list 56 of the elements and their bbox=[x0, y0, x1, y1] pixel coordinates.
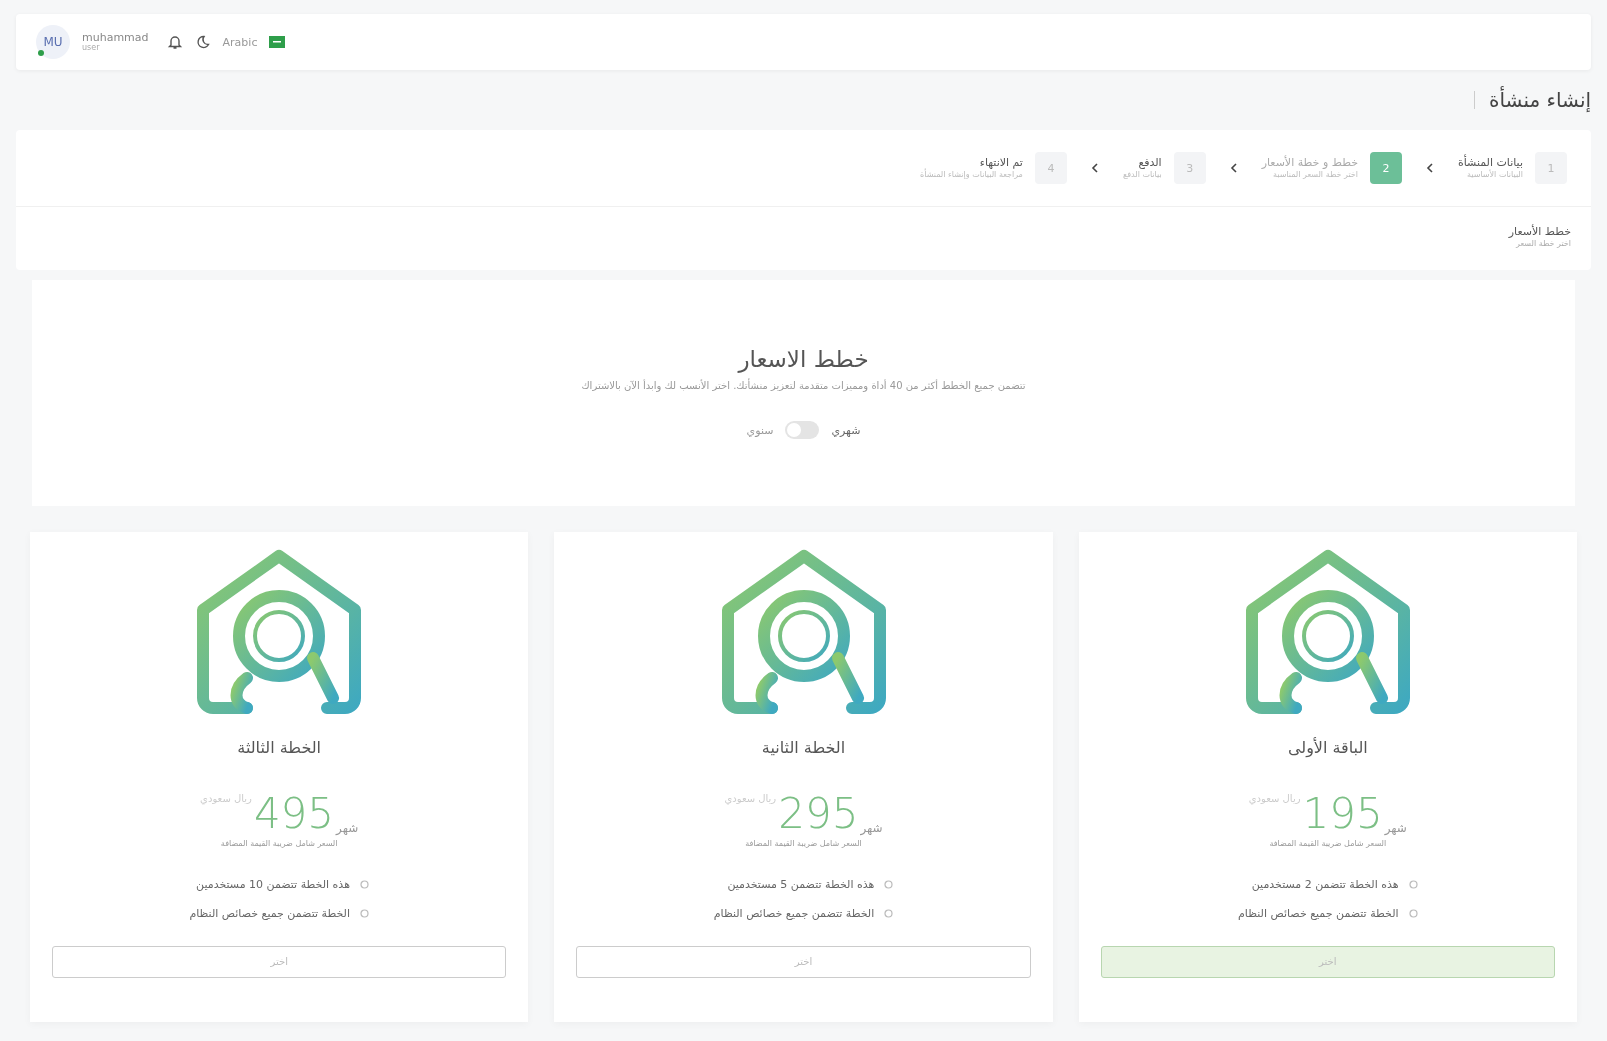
plan-feature: الخطة تتضمن جميع خصائص النظام bbox=[189, 906, 350, 920]
plan-name: الباقة الأولى bbox=[1287, 737, 1368, 757]
chevron-icon bbox=[1426, 163, 1434, 173]
price-period: شهر bbox=[336, 820, 359, 835]
plan-price: 495 bbox=[253, 792, 335, 835]
section-subtitle: اختر خطة السعر bbox=[1514, 239, 1571, 250]
user-role: user bbox=[82, 43, 101, 53]
plan-name: الخطة الثانية bbox=[761, 737, 846, 757]
bullet-icon bbox=[359, 908, 369, 918]
bell-icon[interactable] bbox=[166, 34, 183, 50]
pricing-description: تتضمن جميع الخطط أكثر من 40 أداة ومميزات متقدمة لتعزيز منشأتك. اختر الأنسب لك وابدأ الآن بالاشتراك bbox=[581, 380, 1026, 392]
user-avatar[interactable]: MU bbox=[36, 25, 70, 59]
moon-icon[interactable] bbox=[194, 34, 211, 50]
step-subtitle: مراجعة البيانات وإنشاء المنشأة bbox=[920, 169, 1023, 181]
step-subtitle: اختر خطة السعر المناسبة bbox=[1271, 169, 1358, 181]
step-title: خطط و خطة الأسعار bbox=[1261, 155, 1358, 170]
plan-name: الخطة الثالثة bbox=[237, 737, 322, 757]
bullet-icon bbox=[884, 879, 894, 889]
choose-plan-button[interactable]: اختر bbox=[52, 945, 507, 978]
step-number: 4 bbox=[1034, 152, 1067, 184]
plan-price: 195 bbox=[1302, 792, 1383, 835]
plan-feature: الخطة تتضمن جميع خصائص النظام bbox=[713, 906, 875, 920]
plan-price: 295 bbox=[778, 792, 859, 835]
language-link[interactable]: Arabic bbox=[222, 35, 258, 49]
pricing-title: خطط الاسعار bbox=[738, 346, 869, 373]
step-title: بيانات المنشأة bbox=[1458, 155, 1523, 169]
step-subtitle: البيانات الأساسية bbox=[1466, 169, 1523, 181]
bullet-icon bbox=[1408, 879, 1418, 889]
step-title: تم الانتهاء bbox=[978, 155, 1023, 170]
step-number: 2 bbox=[1370, 152, 1402, 184]
price-note: السعر شامل ضريبة القيمة المضافة bbox=[745, 838, 862, 848]
yearly-label: سنوي bbox=[746, 423, 774, 437]
chevron-icon bbox=[1229, 163, 1238, 173]
bullet-icon bbox=[884, 908, 894, 918]
bullet-icon bbox=[359, 879, 369, 889]
step-title: الدفع bbox=[1137, 155, 1162, 170]
plan-feature: الخطة تتضمن جميع خصائص النظام bbox=[1238, 906, 1399, 920]
step-number: 3 bbox=[1173, 152, 1206, 184]
plan-feature: هذه الخطة تتضمن 10 مستخدمين bbox=[196, 877, 350, 891]
plan-feature: هذه الخطة تتضمن 5 مستخدمين bbox=[727, 877, 875, 891]
flag-icon[interactable] bbox=[269, 36, 286, 48]
price-period: شهر bbox=[1384, 820, 1407, 835]
user-name: muhammad bbox=[82, 31, 149, 44]
bullet-icon bbox=[1408, 908, 1418, 918]
section-title: خطط الأسعار bbox=[1507, 225, 1571, 240]
page-title: إنشاء منشأة bbox=[1489, 88, 1591, 112]
plan-feature: هذه الخطة تتضمن 2 مستخدمين bbox=[1251, 877, 1399, 891]
step-number: 1 bbox=[1535, 152, 1567, 184]
price-note: السعر شامل ضريبة القيمة المضافة bbox=[220, 838, 338, 848]
price-period: شهر bbox=[860, 820, 883, 835]
price-note: السعر شامل ضريبة القيمة المضافة bbox=[1269, 838, 1387, 848]
monthly-label: شهري bbox=[831, 423, 861, 437]
chevron-icon bbox=[1090, 163, 1099, 173]
billing-toggle[interactable] bbox=[785, 421, 820, 440]
step-subtitle: بيانات الدفع bbox=[1122, 169, 1162, 181]
choose-plan-button[interactable]: اختر bbox=[576, 945, 1031, 978]
